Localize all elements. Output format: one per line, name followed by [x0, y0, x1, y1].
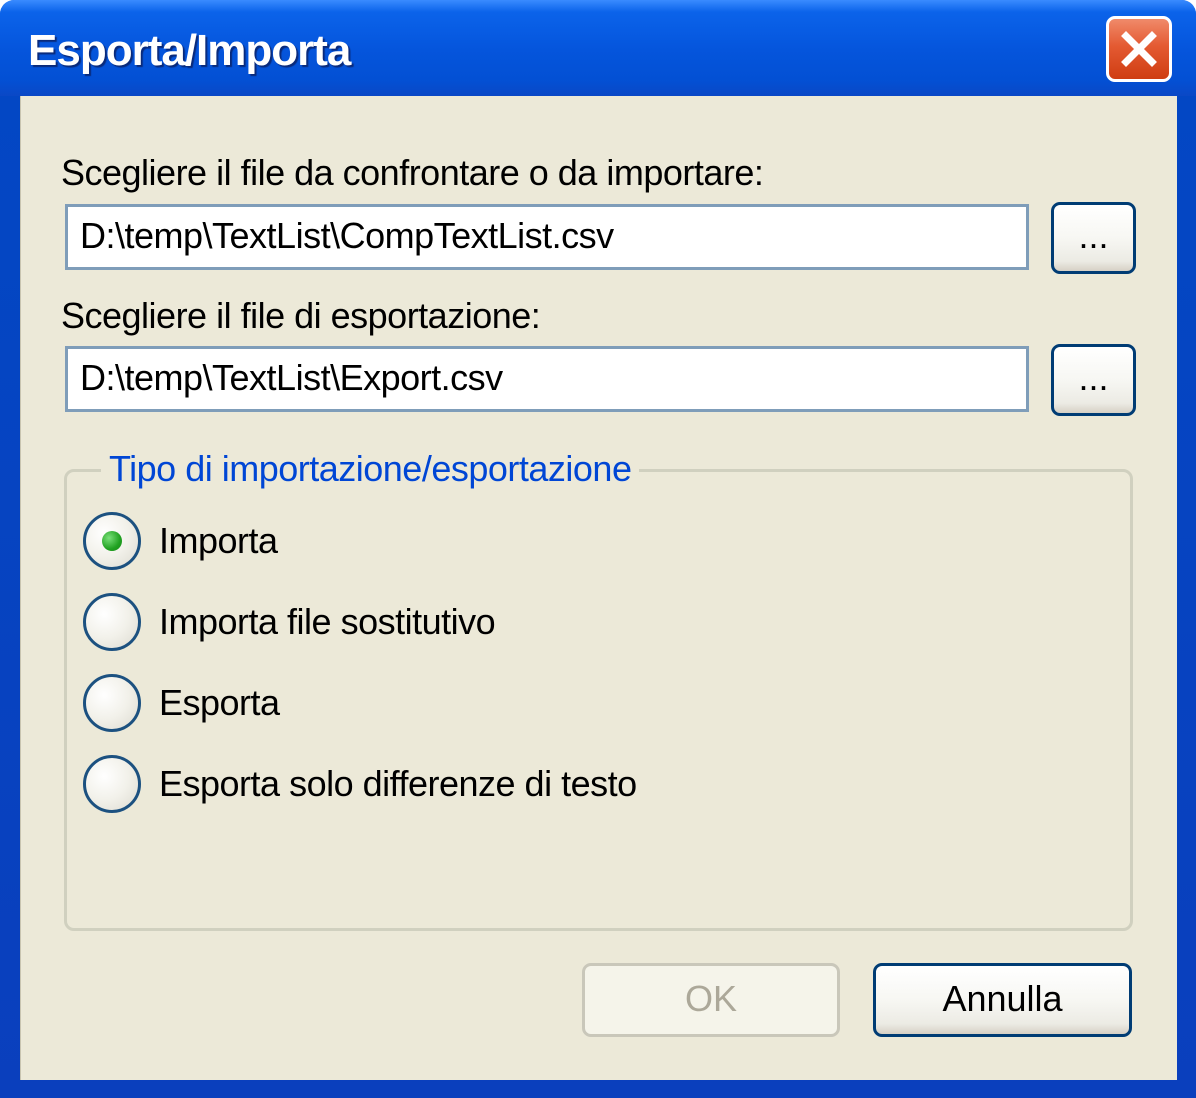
compare-file-label: Scegliere il file da confrontare o da im… — [61, 152, 764, 193]
type-group-legend: Tipo di importazione/esportazione — [101, 448, 640, 490]
window-title: Esporta/Importa — [28, 26, 351, 75]
radio-importa[interactable] — [83, 512, 141, 570]
export-file-input[interactable]: D:\temp\TextList\Export.csv — [65, 346, 1029, 412]
dialog-window: Esporta/Importa Scegliere il file da con… — [0, 0, 1196, 1098]
radio-esporta-differenze[interactable] — [83, 755, 141, 813]
export-file-label: Scegliere il file di esportazione: — [61, 295, 541, 336]
radio-label-esporta-differenze[interactable]: Esporta solo differenze di testo — [159, 763, 637, 805]
radio-label-importa[interactable]: Importa — [159, 520, 278, 562]
title-bar[interactable]: Esporta/Importa — [0, 0, 1196, 96]
close-icon — [1121, 31, 1157, 67]
radio-label-importa-file-sostitutivo[interactable]: Importa file sostitutivo — [159, 601, 496, 643]
radio-importa-file-sostitutivo[interactable] — [83, 593, 141, 651]
cancel-button[interactable]: Annulla — [873, 963, 1132, 1037]
compare-file-input[interactable]: D:\temp\TextList\CompTextList.csv — [65, 204, 1029, 270]
ok-button[interactable]: OK — [582, 963, 840, 1037]
compare-file-browse-button[interactable]: ... — [1051, 202, 1136, 274]
export-file-browse-button[interactable]: ... — [1051, 344, 1136, 416]
radio-selected-dot — [102, 531, 122, 551]
radio-esporta[interactable] — [83, 674, 141, 732]
radio-label-esporta[interactable]: Esporta — [159, 682, 280, 724]
close-button[interactable] — [1106, 16, 1172, 82]
dialog-body: Scegliere il file da confrontare o da im… — [20, 96, 1177, 1080]
